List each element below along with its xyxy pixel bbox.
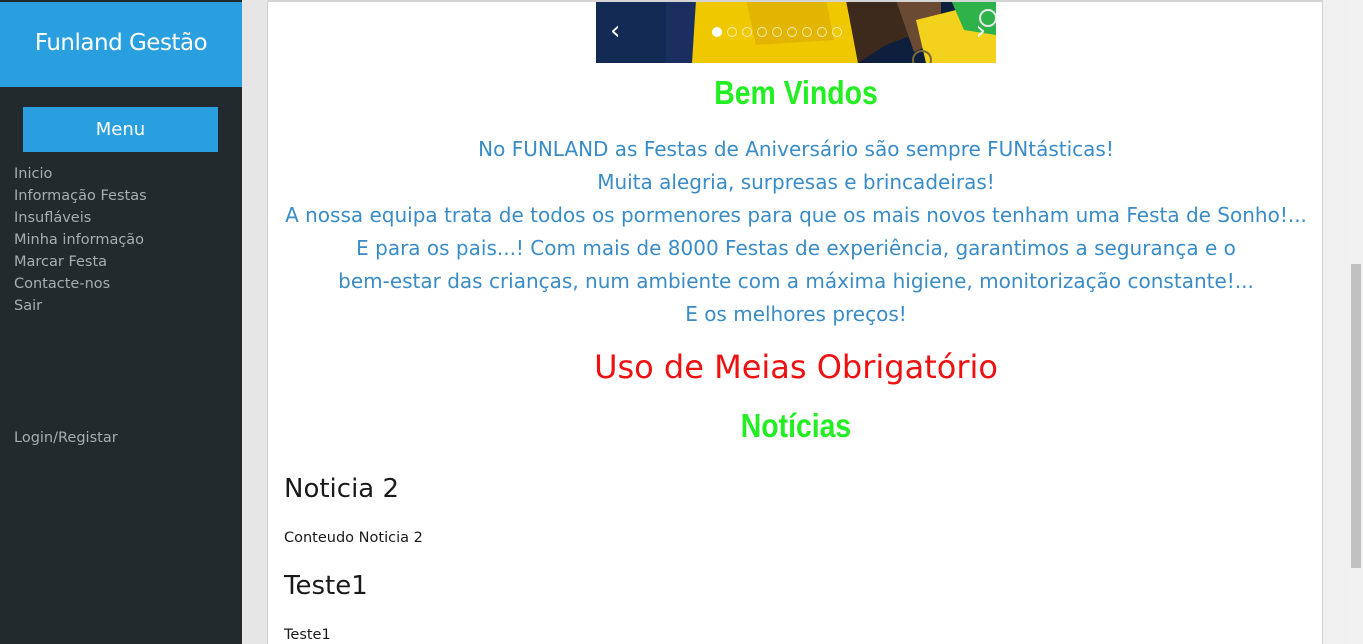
carousel-dot[interactable]: [742, 27, 752, 37]
sidebar: Funland Gestão Menu Inicio Informação Fe…: [0, 0, 242, 644]
sidebar-item-insuflaveis[interactable]: Insufláveis: [14, 207, 147, 229]
welcome-text: No FUNLAND as Festas de Aniversário são …: [268, 133, 1322, 331]
left-gutter: [242, 0, 267, 644]
carousel-dot[interactable]: [787, 27, 797, 37]
sidebar-nav: Inicio Informação Festas Insufláveis Min…: [14, 163, 147, 317]
socks-notice: Uso de Meias Obrigatório: [594, 348, 998, 386]
news-item-body: Teste1: [284, 627, 331, 643]
welcome-heading: Bem Vindos: [714, 74, 878, 111]
sidebar-item-minha-informacao[interactable]: Minha informação: [14, 229, 147, 251]
sidebar-item-marcar-festa[interactable]: Marcar Festa: [14, 251, 147, 273]
sidebar-item-inicio[interactable]: Inicio: [14, 163, 147, 185]
login-register-link[interactable]: Login/Registar: [14, 427, 118, 449]
carousel-dot[interactable]: [712, 27, 722, 37]
top-border: [267, 0, 1349, 2]
sidebar-item-sair[interactable]: Sair: [14, 295, 147, 317]
welcome-line: E para os pais...! Com mais de 8000 Fest…: [356, 236, 1236, 260]
vertical-scrollbar[interactable]: [1349, 0, 1363, 644]
welcome-line: E os melhores preços!: [685, 302, 907, 326]
sidebar-item-informacao-festas[interactable]: Informação Festas: [14, 185, 147, 207]
image-carousel[interactable]: ‹ ›: [596, 0, 996, 63]
right-gutter: [1323, 0, 1349, 644]
news-heading: Notícias: [740, 407, 852, 444]
carousel-dot[interactable]: [832, 27, 842, 37]
sidebar-item-contacte-nos[interactable]: Contacte-nos: [14, 273, 147, 295]
welcome-line: A nossa equipa trata de todos os pormeno…: [285, 203, 1307, 227]
carousel-indicators: [712, 27, 842, 37]
welcome-line: Muita alegria, surpresas e brincadeiras!: [597, 170, 995, 194]
brand-title[interactable]: Funland Gestão: [0, 2, 242, 87]
carousel-dot[interactable]: [727, 27, 737, 37]
carousel-dot[interactable]: [772, 27, 782, 37]
news-item-title: Noticia 2: [284, 474, 400, 504]
main-content: ‹ › Bem Vindos No FUNLAND as Festas de A…: [267, 0, 1323, 644]
scrollbar-thumb[interactable]: [1351, 264, 1361, 568]
welcome-line: No FUNLAND as Festas de Aniversário são …: [478, 137, 1114, 161]
brand-title-text: Funland Gestão: [34, 30, 208, 56]
carousel-next-icon[interactable]: ›: [976, 18, 986, 44]
welcome-line: bem-estar das crianças, num ambiente com…: [338, 269, 1254, 293]
carousel-dot[interactable]: [802, 27, 812, 37]
news-item-body: Conteudo Noticia 2: [284, 530, 423, 546]
carousel-prev-icon[interactable]: ‹: [610, 18, 620, 44]
carousel-dot[interactable]: [817, 27, 827, 37]
carousel-dot[interactable]: [757, 27, 767, 37]
news-item-title: Teste1: [284, 571, 368, 601]
menu-button[interactable]: Menu: [23, 107, 218, 152]
